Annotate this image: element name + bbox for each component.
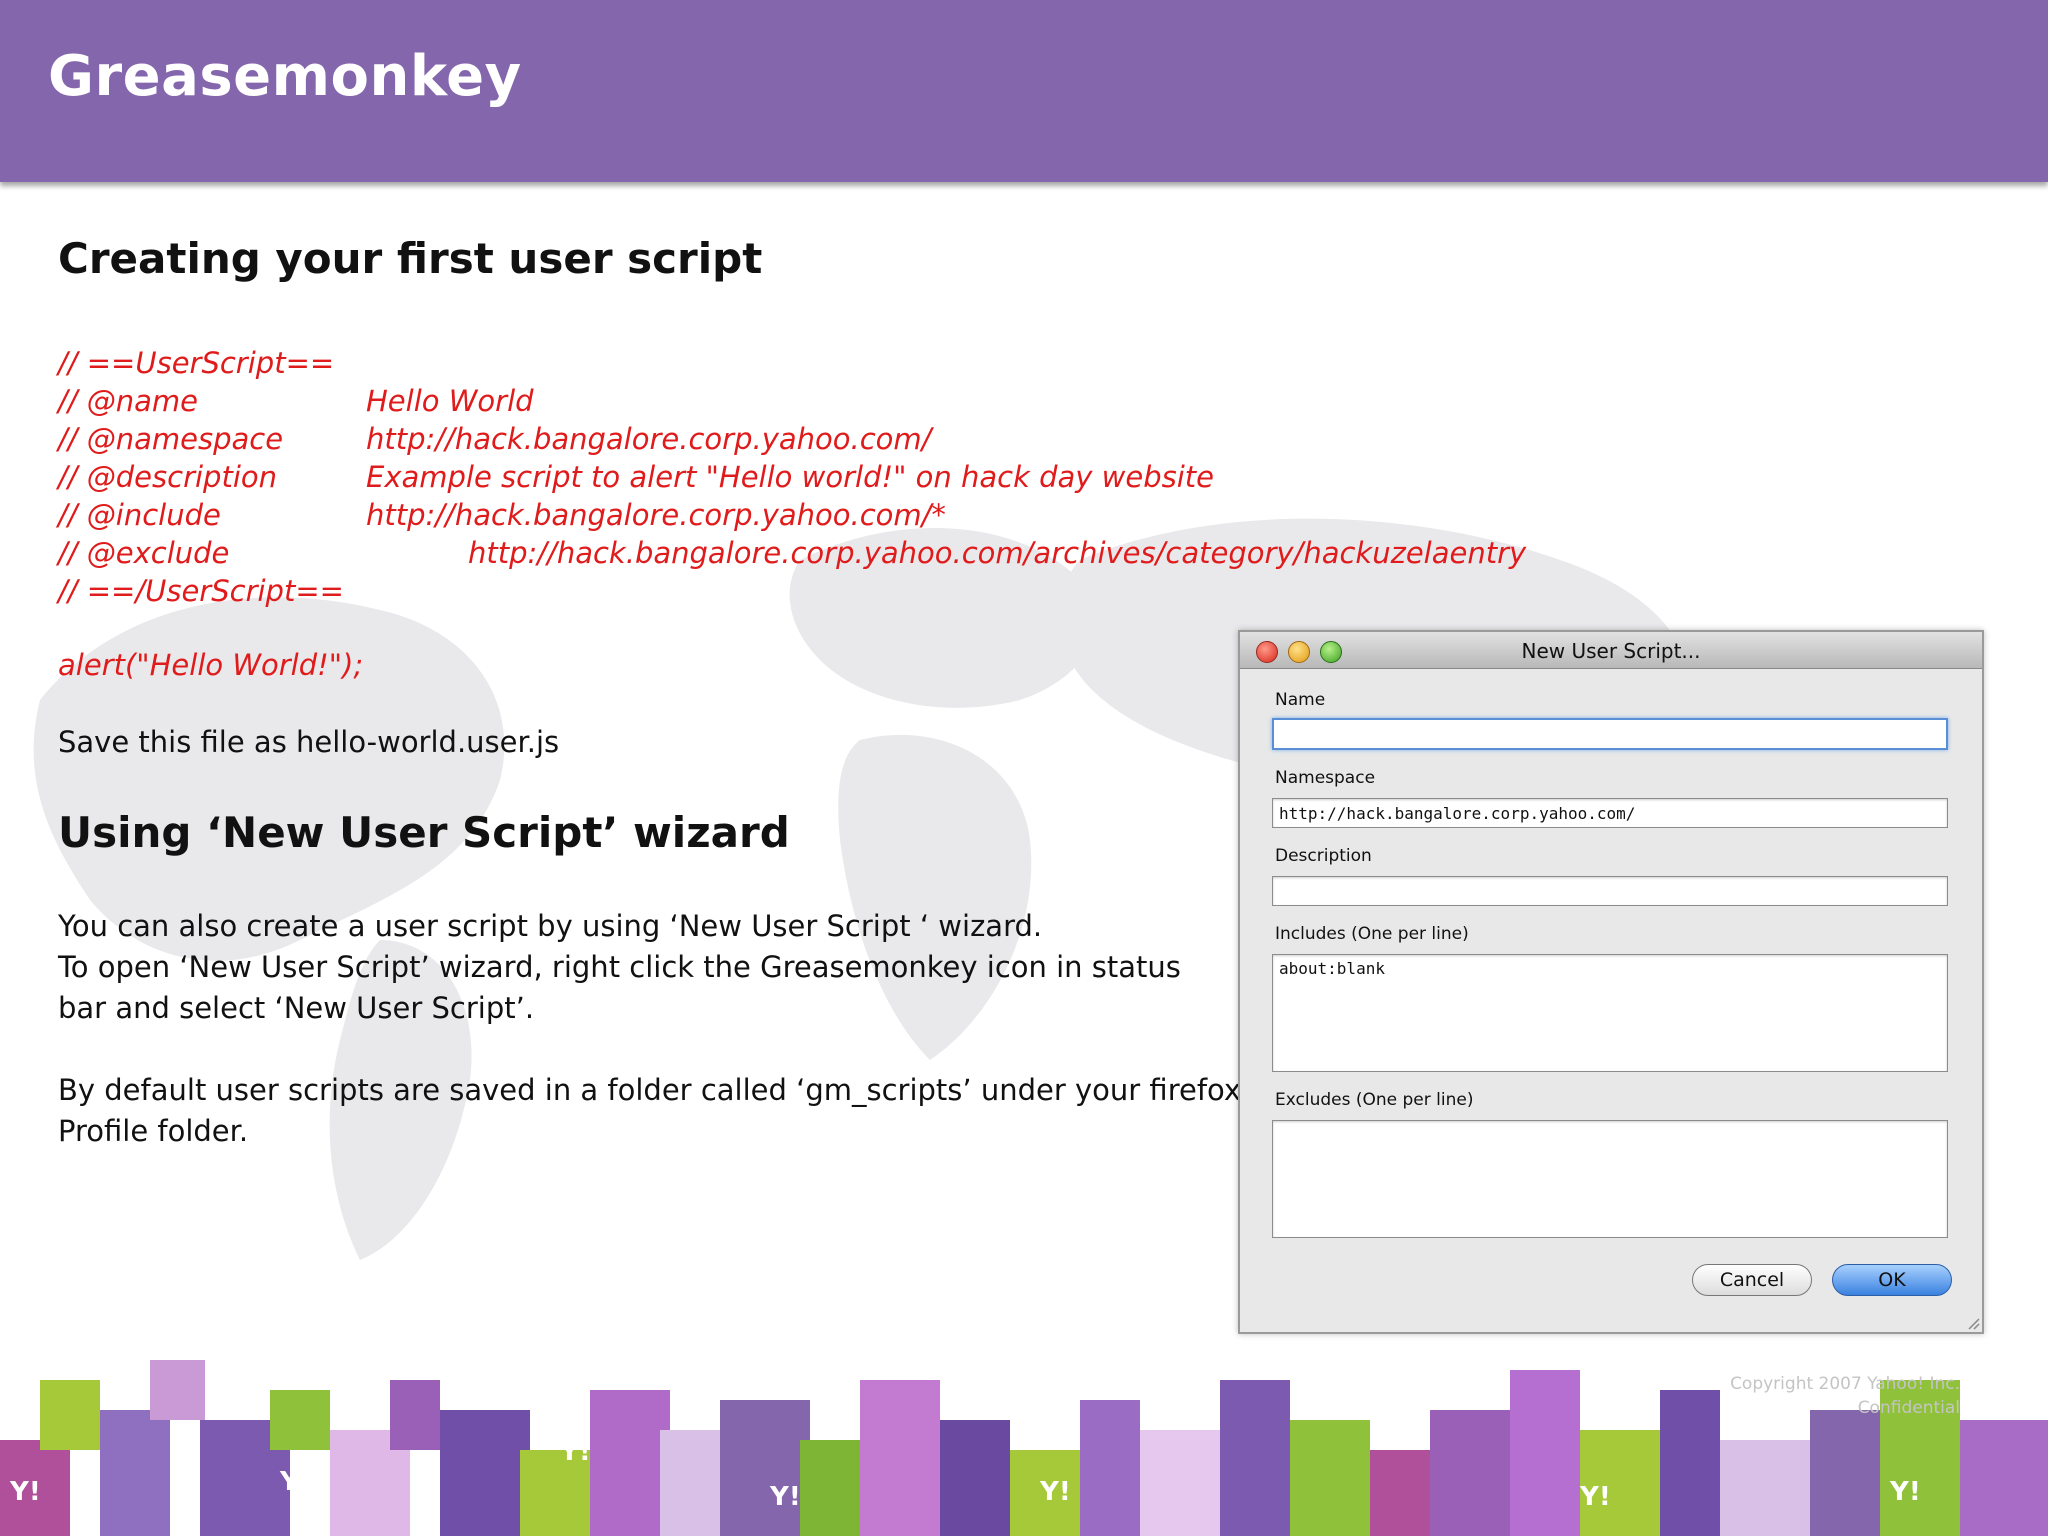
copyright-notice: Copyright 2007 Yahoo! Inc. Confidential bbox=[1730, 1372, 1960, 1420]
ok-button[interactable]: OK bbox=[1832, 1264, 1952, 1296]
footer-blocks-decoration: Y! Y! Y! Y! Y! Y! Y! bbox=[0, 1360, 2048, 1536]
save-note: Save this file as hello-world.user.js bbox=[58, 725, 560, 759]
dialog-title: New User Script... bbox=[1521, 639, 1701, 663]
code-value: Hello World bbox=[366, 384, 534, 418]
name-label: Name bbox=[1275, 690, 1326, 710]
paragraph-line: To open ‘New User Script’ wizard, right … bbox=[58, 950, 1181, 984]
code-text: alert("Hello World!"); bbox=[58, 648, 364, 682]
paragraph-line: You can also create a user script by usi… bbox=[58, 909, 1043, 943]
section-heading-wizard: Using ‘New User Script’ wizard bbox=[58, 808, 790, 857]
code-value: http://hack.bangalore.corp.yahoo.com/ bbox=[366, 422, 932, 456]
yahoo-logo-icon: Y! bbox=[1889, 1477, 1921, 1507]
description-label: Description bbox=[1275, 846, 1372, 866]
section-heading-first-script: Creating your first user script bbox=[58, 234, 763, 283]
paragraph-line: Profile folder. bbox=[58, 1114, 249, 1148]
includes-field[interactable]: about:blank bbox=[1272, 954, 1948, 1072]
excludes-label: Excludes (One per line) bbox=[1275, 1090, 1474, 1110]
name-field[interactable] bbox=[1272, 718, 1948, 750]
dialog-titlebar: New User Script... bbox=[1240, 632, 1982, 669]
cancel-button[interactable]: Cancel bbox=[1692, 1264, 1812, 1296]
yahoo-logo-icon: Y! bbox=[9, 1477, 41, 1507]
code-text: // ==UserScript== bbox=[58, 346, 335, 380]
paragraph-line: bar and select ‘New User Script’. bbox=[58, 991, 535, 1025]
code-value: http://hack.bangalore.corp.yahoo.com/* bbox=[366, 498, 946, 532]
code-value: http://hack.bangalore.corp.yahoo.com/arc… bbox=[468, 536, 1527, 570]
description-field[interactable] bbox=[1272, 876, 1948, 906]
new-user-script-dialog: New User Script... Name Namespace Descri… bbox=[1238, 630, 1984, 1334]
code-key: // @description bbox=[58, 460, 278, 494]
code-key: // @include bbox=[58, 498, 221, 532]
namespace-label: Namespace bbox=[1275, 768, 1376, 788]
yahoo-logo-icon: Y! bbox=[559, 1437, 591, 1467]
code-text: // ==/UserScript== bbox=[58, 574, 344, 608]
slide-title: Greasemonkey bbox=[48, 44, 522, 109]
copyright-line: Copyright 2007 Yahoo! Inc. bbox=[1730, 1374, 1960, 1394]
yahoo-logo-icon: Y! bbox=[769, 1482, 801, 1512]
yahoo-logo-icon: Y! bbox=[1039, 1477, 1071, 1507]
code-key: // @exclude bbox=[58, 536, 230, 570]
yahoo-logo-icon: Y! bbox=[1579, 1482, 1611, 1512]
slide-header: Greasemonkey bbox=[0, 0, 2048, 182]
confidential-line: Confidential bbox=[1857, 1398, 1960, 1418]
code-key: // @namespace bbox=[58, 422, 284, 456]
code-value: Example script to alert "Hello world!" o… bbox=[366, 460, 1215, 494]
excludes-field[interactable] bbox=[1272, 1120, 1948, 1238]
paragraph-line: By default user scripts are saved in a f… bbox=[58, 1073, 1242, 1107]
includes-label: Includes (One per line) bbox=[1275, 924, 1469, 944]
yahoo-logo-icon: Y! bbox=[279, 1467, 311, 1497]
code-key: // @name bbox=[58, 384, 199, 418]
namespace-field[interactable] bbox=[1272, 798, 1948, 828]
